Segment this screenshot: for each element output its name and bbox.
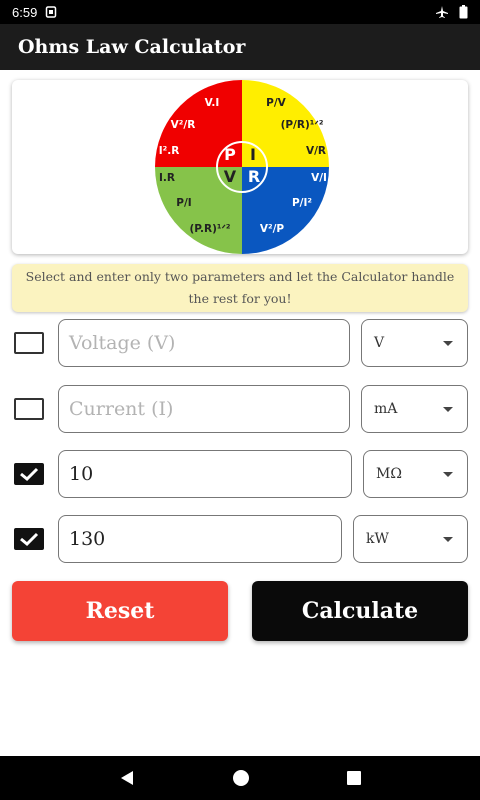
power-unit-dropdown[interactable]: kW <box>353 515 468 563</box>
recents-icon[interactable] <box>346 770 362 786</box>
center-letter-i: I <box>250 145 256 164</box>
formula-i-1: P/V <box>266 97 287 109</box>
chevron-down-icon <box>443 536 453 542</box>
system-nav-bar <box>0 756 480 800</box>
current-row: Current (I) mA <box>0 385 480 433</box>
app-title: Ohms Law Calculator <box>18 36 246 58</box>
resistance-checkbox[interactable] <box>14 463 44 485</box>
center-letter-v: V <box>224 167 237 186</box>
formula-p-3: I².R <box>159 145 180 157</box>
instruction-hint: Select and enter only two parameters and… <box>12 264 468 312</box>
sim-icon <box>46 6 57 18</box>
current-checkbox[interactable] <box>14 398 44 420</box>
chevron-down-icon <box>443 406 453 412</box>
current-unit-value: mA <box>374 401 398 417</box>
battery-icon <box>459 5 468 19</box>
checkmark-icon <box>20 467 39 482</box>
airplane-mode-icon <box>436 6 448 18</box>
resistance-value: 10 <box>69 463 94 485</box>
center-letter-p: P <box>224 145 236 164</box>
reset-button[interactable]: Reset <box>12 581 228 641</box>
formula-r-2: P/I² <box>292 197 312 209</box>
chevron-down-icon <box>443 471 453 477</box>
center-letter-r: R <box>248 167 260 186</box>
formula-i-2: (P/R)¹ᐟ² <box>281 119 324 131</box>
current-placeholder: Current (I) <box>69 398 174 420</box>
resistance-row: 10 MΩ <box>0 450 480 498</box>
formula-v-2: P/I <box>176 197 191 209</box>
formula-p-2: V²/R <box>171 119 196 131</box>
current-input[interactable]: Current (I) <box>58 385 350 433</box>
power-checkbox[interactable] <box>14 528 44 550</box>
formula-p-1: V.I <box>205 97 220 109</box>
status-time: 6:59 <box>12 4 38 20</box>
power-unit-value: kW <box>366 531 389 547</box>
voltage-unit-value: V <box>374 335 385 351</box>
resistance-unit-dropdown[interactable]: MΩ <box>363 450 468 498</box>
voltage-checkbox[interactable] <box>14 332 44 354</box>
voltage-unit-dropdown[interactable]: V <box>361 319 468 367</box>
power-row: 130 kW <box>0 515 480 563</box>
resistance-input[interactable]: 10 <box>58 450 352 498</box>
current-unit-dropdown[interactable]: mA <box>361 385 468 433</box>
voltage-input[interactable]: Voltage (V) <box>58 319 350 367</box>
formula-r-3: V²/P <box>260 223 285 235</box>
formula-v-3: (P.R)¹ᐟ² <box>189 223 230 235</box>
resistance-unit-value: MΩ <box>376 466 402 482</box>
formula-wheel-card: V.I V²/R I².R P/V (P/R)¹ᐟ² V/R I.R P/I (… <box>12 80 468 254</box>
chevron-down-icon <box>443 340 453 346</box>
app-bar: Ohms Law Calculator <box>0 24 480 70</box>
home-icon[interactable] <box>232 769 250 787</box>
calculate-button[interactable]: Calculate <box>252 581 468 641</box>
voltage-placeholder: Voltage (V) <box>69 332 176 354</box>
power-value: 130 <box>69 528 106 550</box>
formula-v-1: I.R <box>159 172 175 184</box>
checkmark-icon <box>20 532 39 547</box>
voltage-row: Voltage (V) V <box>0 319 480 367</box>
back-icon[interactable] <box>118 769 136 787</box>
power-input[interactable]: 130 <box>58 515 342 563</box>
formula-i-3: V/R <box>306 145 326 157</box>
formula-r-1: V/I <box>311 172 327 184</box>
status-bar: 6:59 <box>0 0 480 24</box>
formula-wheel: V.I V²/R I².R P/V (P/R)¹ᐟ² V/R I.R P/I (… <box>155 80 329 254</box>
